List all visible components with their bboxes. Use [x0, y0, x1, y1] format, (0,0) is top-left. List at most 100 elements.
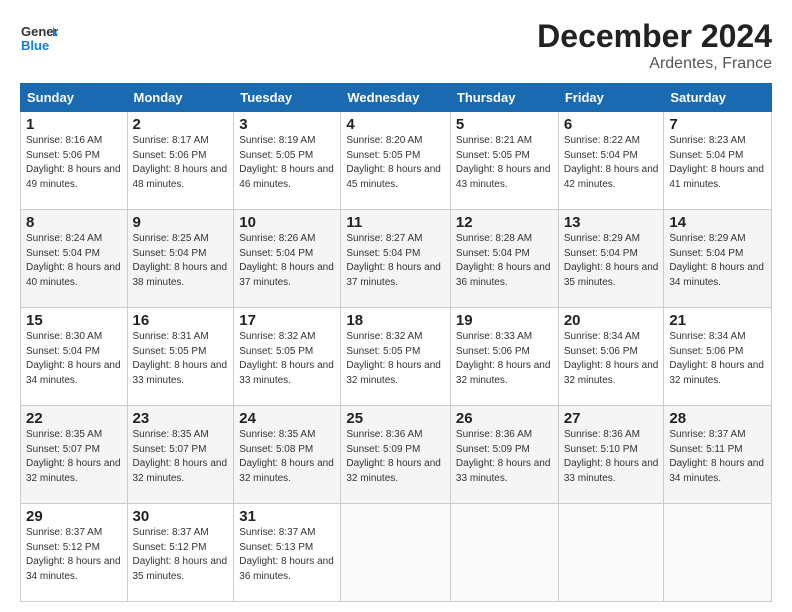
calendar-header-row: Sunday Monday Tuesday Wednesday Thursday…	[21, 84, 772, 112]
svg-text:General: General	[21, 24, 58, 39]
day-info: Sunrise: 8:20 AMSunset: 5:05 PMDaylight:…	[346, 134, 445, 192]
table-row: 22Sunrise: 8:35 AMSunset: 5:07 PMDayligh…	[21, 406, 128, 504]
day-info: Sunrise: 8:27 AMSunset: 5:04 PMDaylight:…	[346, 232, 445, 290]
day-number: 13	[564, 214, 659, 231]
day-number: 10	[239, 214, 335, 231]
day-number: 14	[669, 214, 766, 231]
day-number: 31	[239, 508, 335, 525]
day-number: 24	[239, 410, 335, 427]
table-row: 8Sunrise: 8:24 AMSunset: 5:04 PMDaylight…	[21, 210, 128, 308]
table-row: 4Sunrise: 8:20 AMSunset: 5:05 PMDaylight…	[341, 112, 451, 210]
col-friday: Friday	[558, 84, 664, 112]
table-row: 29Sunrise: 8:37 AMSunset: 5:12 PMDayligh…	[21, 504, 128, 602]
table-row: 6Sunrise: 8:22 AMSunset: 5:04 PMDaylight…	[558, 112, 664, 210]
col-wednesday: Wednesday	[341, 84, 451, 112]
table-row: 19Sunrise: 8:33 AMSunset: 5:06 PMDayligh…	[450, 308, 558, 406]
day-number: 15	[26, 312, 122, 329]
table-row	[664, 504, 772, 602]
day-info: Sunrise: 8:16 AMSunset: 5:06 PMDaylight:…	[26, 134, 122, 192]
table-row: 27Sunrise: 8:36 AMSunset: 5:10 PMDayligh…	[558, 406, 664, 504]
table-row: 26Sunrise: 8:36 AMSunset: 5:09 PMDayligh…	[450, 406, 558, 504]
day-number: 6	[564, 116, 659, 133]
table-row	[341, 504, 451, 602]
day-info: Sunrise: 8:35 AMSunset: 5:07 PMDaylight:…	[26, 428, 122, 486]
day-number: 21	[669, 312, 766, 329]
day-number: 28	[669, 410, 766, 427]
col-sunday: Sunday	[21, 84, 128, 112]
table-row: 16Sunrise: 8:31 AMSunset: 5:05 PMDayligh…	[127, 308, 234, 406]
table-row: 2Sunrise: 8:17 AMSunset: 5:06 PMDaylight…	[127, 112, 234, 210]
day-info: Sunrise: 8:36 AMSunset: 5:10 PMDaylight:…	[564, 428, 659, 486]
day-info: Sunrise: 8:24 AMSunset: 5:04 PMDaylight:…	[26, 232, 122, 290]
day-number: 1	[26, 116, 122, 133]
day-info: Sunrise: 8:30 AMSunset: 5:04 PMDaylight:…	[26, 330, 122, 388]
calendar-week-row: 1Sunrise: 8:16 AMSunset: 5:06 PMDaylight…	[21, 112, 772, 210]
title-block: December 2024 Ardentes, France	[537, 18, 772, 73]
table-row: 18Sunrise: 8:32 AMSunset: 5:05 PMDayligh…	[341, 308, 451, 406]
logo-icon: General Blue	[20, 18, 58, 56]
day-number: 7	[669, 116, 766, 133]
day-number: 26	[456, 410, 553, 427]
table-row: 10Sunrise: 8:26 AMSunset: 5:04 PMDayligh…	[234, 210, 341, 308]
day-info: Sunrise: 8:37 AMSunset: 5:13 PMDaylight:…	[239, 526, 335, 584]
table-row: 1Sunrise: 8:16 AMSunset: 5:06 PMDaylight…	[21, 112, 128, 210]
table-row: 14Sunrise: 8:29 AMSunset: 5:04 PMDayligh…	[664, 210, 772, 308]
day-info: Sunrise: 8:21 AMSunset: 5:05 PMDaylight:…	[456, 134, 553, 192]
day-info: Sunrise: 8:17 AMSunset: 5:06 PMDaylight:…	[133, 134, 229, 192]
day-number: 20	[564, 312, 659, 329]
day-info: Sunrise: 8:35 AMSunset: 5:07 PMDaylight:…	[133, 428, 229, 486]
page-header: General Blue December 2024 Ardentes, Fra…	[20, 18, 772, 73]
day-number: 8	[26, 214, 122, 231]
day-number: 25	[346, 410, 445, 427]
day-info: Sunrise: 8:35 AMSunset: 5:08 PMDaylight:…	[239, 428, 335, 486]
day-number: 19	[456, 312, 553, 329]
table-row	[558, 504, 664, 602]
svg-text:Blue: Blue	[21, 38, 49, 53]
calendar-week-row: 8Sunrise: 8:24 AMSunset: 5:04 PMDaylight…	[21, 210, 772, 308]
table-row: 9Sunrise: 8:25 AMSunset: 5:04 PMDaylight…	[127, 210, 234, 308]
table-row: 25Sunrise: 8:36 AMSunset: 5:09 PMDayligh…	[341, 406, 451, 504]
calendar-week-row: 29Sunrise: 8:37 AMSunset: 5:12 PMDayligh…	[21, 504, 772, 602]
day-number: 2	[133, 116, 229, 133]
day-number: 27	[564, 410, 659, 427]
table-row: 5Sunrise: 8:21 AMSunset: 5:05 PMDaylight…	[450, 112, 558, 210]
day-info: Sunrise: 8:31 AMSunset: 5:05 PMDaylight:…	[133, 330, 229, 388]
logo: General Blue	[20, 18, 58, 56]
calendar-week-row: 22Sunrise: 8:35 AMSunset: 5:07 PMDayligh…	[21, 406, 772, 504]
table-row: 15Sunrise: 8:30 AMSunset: 5:04 PMDayligh…	[21, 308, 128, 406]
day-info: Sunrise: 8:29 AMSunset: 5:04 PMDaylight:…	[564, 232, 659, 290]
day-number: 5	[456, 116, 553, 133]
table-row: 7Sunrise: 8:23 AMSunset: 5:04 PMDaylight…	[664, 112, 772, 210]
day-info: Sunrise: 8:32 AMSunset: 5:05 PMDaylight:…	[239, 330, 335, 388]
day-info: Sunrise: 8:37 AMSunset: 5:11 PMDaylight:…	[669, 428, 766, 486]
table-row: 11Sunrise: 8:27 AMSunset: 5:04 PMDayligh…	[341, 210, 451, 308]
calendar-week-row: 15Sunrise: 8:30 AMSunset: 5:04 PMDayligh…	[21, 308, 772, 406]
page-title: December 2024	[537, 18, 772, 55]
table-row: 13Sunrise: 8:29 AMSunset: 5:04 PMDayligh…	[558, 210, 664, 308]
day-info: Sunrise: 8:19 AMSunset: 5:05 PMDaylight:…	[239, 134, 335, 192]
table-row: 12Sunrise: 8:28 AMSunset: 5:04 PMDayligh…	[450, 210, 558, 308]
day-info: Sunrise: 8:22 AMSunset: 5:04 PMDaylight:…	[564, 134, 659, 192]
day-number: 29	[26, 508, 122, 525]
col-monday: Monday	[127, 84, 234, 112]
table-row: 21Sunrise: 8:34 AMSunset: 5:06 PMDayligh…	[664, 308, 772, 406]
table-row: 28Sunrise: 8:37 AMSunset: 5:11 PMDayligh…	[664, 406, 772, 504]
day-info: Sunrise: 8:26 AMSunset: 5:04 PMDaylight:…	[239, 232, 335, 290]
day-info: Sunrise: 8:36 AMSunset: 5:09 PMDaylight:…	[346, 428, 445, 486]
day-number: 4	[346, 116, 445, 133]
day-number: 11	[346, 214, 445, 231]
day-number: 16	[133, 312, 229, 329]
day-info: Sunrise: 8:37 AMSunset: 5:12 PMDaylight:…	[26, 526, 122, 584]
day-number: 30	[133, 508, 229, 525]
day-info: Sunrise: 8:32 AMSunset: 5:05 PMDaylight:…	[346, 330, 445, 388]
day-info: Sunrise: 8:25 AMSunset: 5:04 PMDaylight:…	[133, 232, 229, 290]
day-info: Sunrise: 8:23 AMSunset: 5:04 PMDaylight:…	[669, 134, 766, 192]
table-row: 30Sunrise: 8:37 AMSunset: 5:12 PMDayligh…	[127, 504, 234, 602]
calendar-table: Sunday Monday Tuesday Wednesday Thursday…	[20, 83, 772, 602]
col-tuesday: Tuesday	[234, 84, 341, 112]
day-info: Sunrise: 8:37 AMSunset: 5:12 PMDaylight:…	[133, 526, 229, 584]
day-info: Sunrise: 8:36 AMSunset: 5:09 PMDaylight:…	[456, 428, 553, 486]
day-number: 17	[239, 312, 335, 329]
day-number: 23	[133, 410, 229, 427]
col-thursday: Thursday	[450, 84, 558, 112]
